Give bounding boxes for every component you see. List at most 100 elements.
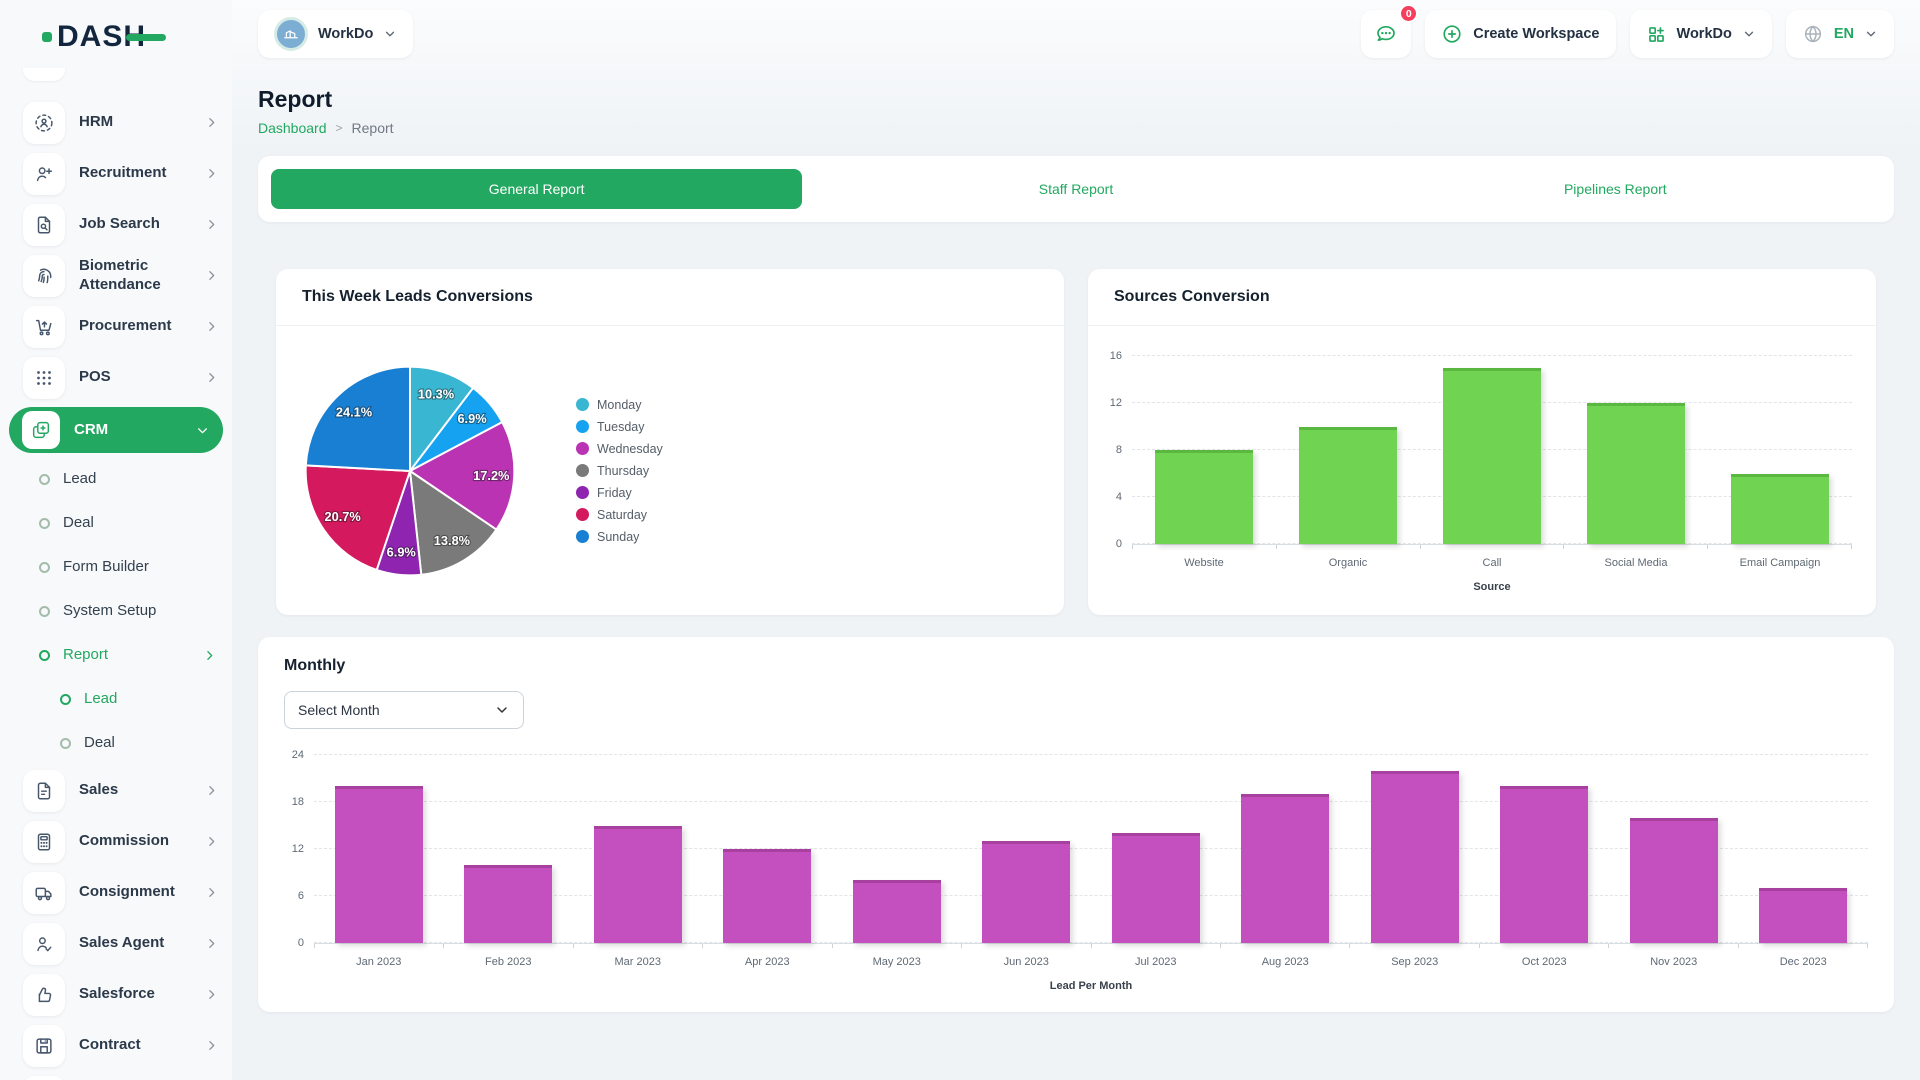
salesforce-icon [23, 974, 65, 1016]
x-tick-label: Call [1420, 557, 1564, 569]
monthly-card: Monthly Select Month 06121824Jan 2023Feb… [258, 637, 1894, 1012]
sidebar-item-sales[interactable]: Sales [0, 765, 232, 816]
legend-item-wednesday[interactable]: Wednesday [576, 442, 663, 456]
bar-call [1443, 368, 1541, 544]
sidebar-item-form-builder[interactable]: Form Builder [0, 545, 232, 589]
card-header: Sources Conversion [1088, 269, 1876, 326]
card-title: Sources Conversion [1114, 288, 1270, 306]
sidebar-item-label: System Setup [63, 602, 216, 621]
breadcrumb-current: Report [352, 120, 394, 136]
chevron-right-icon [205, 1039, 218, 1052]
language-selector[interactable]: EN [1786, 10, 1894, 58]
sidebar-item-lead[interactable]: Lead [0, 677, 232, 721]
sidebar-item-system-setup[interactable]: System Setup [0, 589, 232, 633]
workdo-label: WorkDo [1677, 26, 1732, 42]
bar-organic [1299, 427, 1397, 545]
workdo-menu-button[interactable]: WorkDo [1630, 10, 1772, 58]
chevron-right-icon [205, 784, 218, 797]
sidebar-item-lead[interactable]: Lead [0, 457, 232, 501]
topbar-actions: 0 Create Workspace WorkDo EN [1361, 10, 1894, 58]
legend-item-sunday[interactable]: Sunday [576, 530, 663, 544]
sidebar-item-salesforce[interactable]: Salesforce [0, 969, 232, 1020]
sidebar-item-label: Commission [79, 832, 205, 851]
legend-item-tuesday[interactable]: Tuesday [576, 420, 663, 434]
sidebar-item-label: Procurement [79, 317, 205, 336]
chevron-down-icon [196, 424, 209, 437]
x-tick-label: Mar 2023 [573, 956, 703, 968]
sidebar-item-sales-agent[interactable]: Sales Agent [0, 918, 232, 969]
chevron-right-icon [205, 320, 218, 333]
tab-staff-report[interactable]: Staff Report [810, 169, 1341, 209]
sidebar-item-label: Sales Agent [79, 934, 205, 953]
bar-column [1132, 356, 1276, 544]
bar-column [444, 755, 574, 943]
topbar: WorkDo 0 Create Workspace WorkDo [232, 0, 1920, 58]
procurement-icon [23, 306, 65, 348]
sidebar-item-consignment[interactable]: Consignment [0, 867, 232, 918]
tab-pipelines-report[interactable]: Pipelines Report [1350, 169, 1881, 209]
workspace-label: WorkDo [318, 26, 373, 42]
legend-item-friday[interactable]: Friday [576, 486, 663, 500]
legend-label: Sunday [597, 530, 639, 544]
chevron-right-icon [205, 269, 218, 282]
sidebar-item-report[interactable]: Report [0, 633, 232, 677]
pie-legend: Monday Tuesday Wednesday Thursday Friday Satu… [576, 398, 663, 544]
bar-column [1609, 755, 1739, 943]
bullet-icon [39, 606, 50, 617]
sidebar-item-hrm[interactable]: HRM [0, 97, 232, 148]
globe-icon [1802, 23, 1824, 45]
sidebar-item-contract[interactable]: Contract [0, 1020, 232, 1071]
sidebar-item-procurement[interactable]: Procurement [0, 301, 232, 352]
workspace-switcher[interactable]: WorkDo [258, 10, 413, 58]
legend-item-thursday[interactable]: Thursday [576, 464, 663, 478]
sidebar-item-indiamart[interactable]: Indiamart [0, 1071, 232, 1080]
sidebar-item-commission[interactable]: Commission [0, 816, 232, 867]
messages-button[interactable]: 0 [1361, 10, 1411, 58]
sidebar-item-deal[interactable]: Deal [0, 501, 232, 545]
sidebar-item-crm[interactable]: CRM [9, 407, 223, 453]
pie-chart-area: 10.3%6.9%17.2%13.8%6.9%20.7%24.1% Monday… [276, 326, 1064, 615]
month-select[interactable]: Select Month [284, 691, 524, 729]
consignment-icon [23, 872, 65, 914]
sources-chart-area: 0481216WebsiteOrganicCallSocial MediaEma… [1088, 326, 1876, 615]
y-tick-label: 8 [1116, 444, 1122, 456]
report-tabs: General ReportStaff ReportPipelines Repo… [258, 156, 1894, 222]
sidebar-item-job-search[interactable]: Job Search [0, 199, 232, 250]
sources-conversion-card: Sources Conversion 0481216WebsiteOrganic… [1088, 269, 1876, 615]
create-workspace-button[interactable]: Create Workspace [1425, 10, 1615, 58]
breadcrumb-dashboard-link[interactable]: Dashboard [258, 120, 327, 136]
app-logo[interactable]: DASH [0, 14, 232, 60]
x-tick-label: Website [1132, 557, 1276, 569]
x-tick-label: Dec 2023 [1739, 956, 1869, 968]
legend-item-saturday[interactable]: Saturday [576, 508, 663, 522]
legend-label: Thursday [597, 464, 649, 478]
logo-dot-icon [42, 32, 52, 42]
bar-social-media [1587, 403, 1685, 544]
legend-label: Saturday [597, 508, 647, 522]
bar-nov-2023 [1630, 818, 1718, 943]
sidebar-item-pos[interactable]: POS [0, 352, 232, 403]
legend-item-monday[interactable]: Monday [576, 398, 663, 412]
bar-aug-2023 [1241, 794, 1329, 943]
sidebar-item-label: Consignment [79, 883, 205, 902]
sidebar-item-recruitment[interactable]: Recruitment [0, 148, 232, 199]
month-select-value: Select Month [298, 702, 380, 718]
chevron-right-icon [205, 988, 218, 1001]
hrm-icon [23, 102, 65, 144]
sidebar-nav: HRMRecruitmentJob SearchBiometric Attend… [0, 97, 232, 1080]
x-tick-label: Nov 2023 [1609, 956, 1739, 968]
pie-percent-label: 24.1% [336, 404, 373, 419]
bullet-icon [39, 518, 50, 529]
tab-general-report[interactable]: General Report [271, 169, 802, 209]
x-tick-label: Social Media [1564, 557, 1708, 569]
sidebar-item-deal[interactable]: Deal [0, 721, 232, 765]
x-axis-ticks [1132, 544, 1852, 549]
sidebar-item-label: POS [79, 368, 205, 387]
bar-column [1708, 356, 1852, 544]
sidebar-item-biometric-attendance[interactable]: Biometric Attendance [0, 250, 232, 301]
legend-dot-icon [576, 420, 589, 433]
chevron-down-icon [383, 27, 397, 41]
bar-column [1564, 356, 1708, 544]
y-tick-label: 18 [292, 796, 304, 808]
bar-column [1091, 755, 1221, 943]
